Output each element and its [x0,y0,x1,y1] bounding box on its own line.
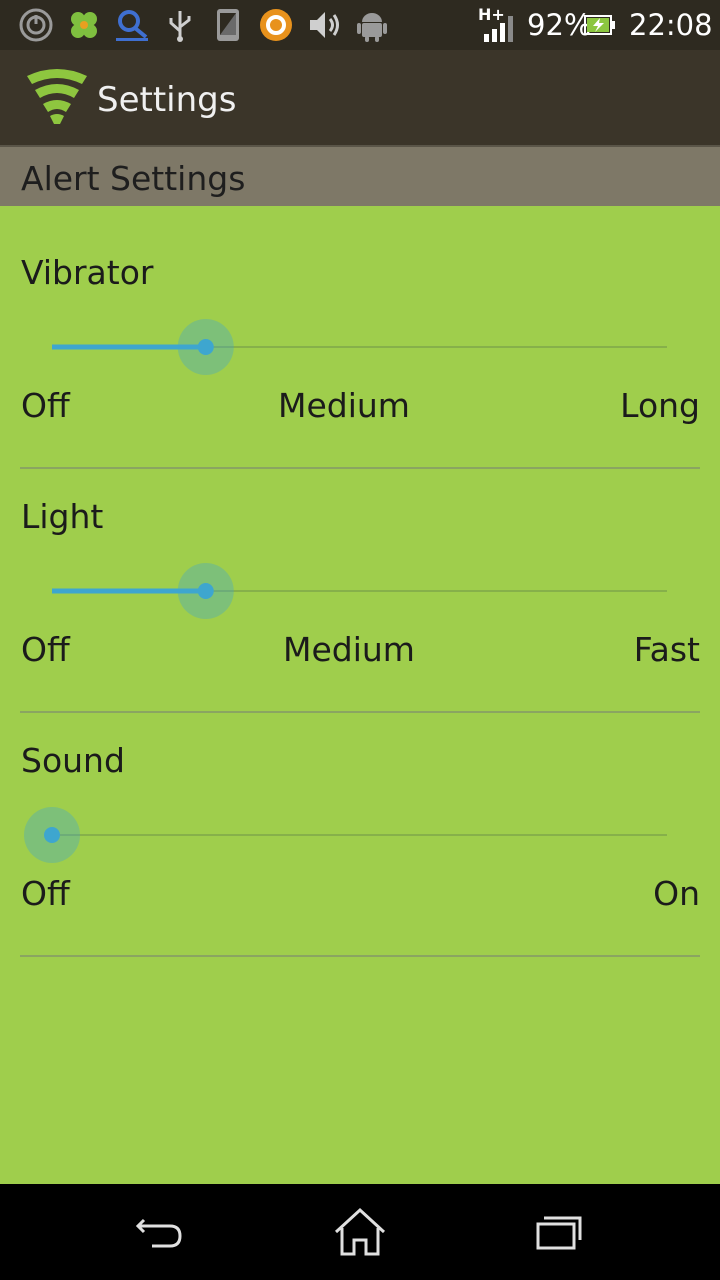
setting-title: Vibrator [21,253,154,292]
tick-label-on: On [653,874,700,913]
battery-icon [584,15,615,35]
section-title: Alert Settings [21,159,246,198]
action-bar: Settings [0,50,720,147]
setting-light: Light Off Medium Fast [0,450,720,694]
recent-apps-icon[interactable] [530,1202,590,1262]
slider-thumb [44,827,60,843]
tick-label-medium: Medium [283,630,415,669]
tick-label-long: Long [620,386,700,425]
section-header: Alert Settings [0,147,720,206]
home-icon[interactable] [330,1202,390,1262]
app-circle-icon [260,9,292,41]
tick-label-off: Off [21,874,70,913]
app-logo-icon [27,69,87,124]
setting-title: Light [21,497,104,536]
page-title: Settings [97,80,237,120]
battery-percent: 92% [527,8,592,42]
android-icon [357,13,387,42]
usb-icon [169,11,191,42]
navigation-bar [0,1184,720,1280]
signal-icon [484,16,513,42]
power-icon [19,8,53,42]
tick-label-fast: Fast [633,630,700,669]
clover-icon [71,12,97,38]
volume-icon [310,12,339,38]
divider [20,955,700,957]
phone-icon [217,9,239,41]
tick-label-off: Off [21,630,70,669]
setting-title: Sound [21,741,125,780]
light-slider[interactable] [0,542,720,642]
search-app-icon [116,10,148,41]
slider-thumb [197,583,214,599]
setting-sound: Sound Off On [0,694,720,938]
clock: 22:08 [629,8,713,42]
vibrator-slider[interactable] [0,298,720,398]
status-bar: H+ 92% 22:08 [0,0,720,50]
tick-label-medium: Medium [278,386,410,425]
slider-thumb [197,339,214,355]
setting-vibrator: Vibrator Off Medium Long [0,206,720,450]
tick-label-off: Off [21,386,70,425]
back-icon[interactable] [130,1202,190,1262]
sound-slider[interactable] [0,786,720,886]
